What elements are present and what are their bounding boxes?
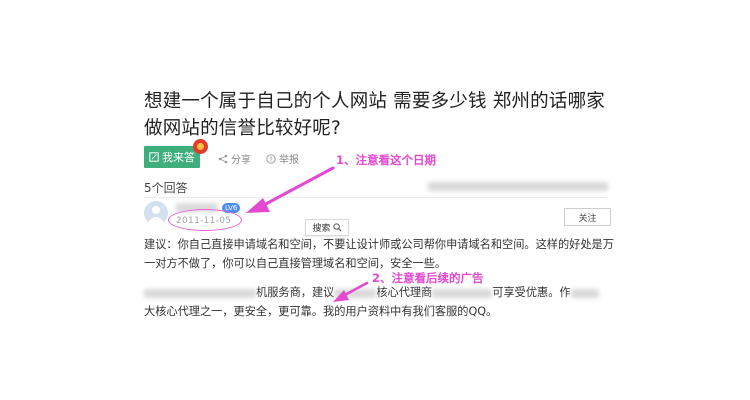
share-link[interactable]: 分享 — [218, 151, 251, 166]
redacted-text — [570, 288, 599, 298]
report-icon — [266, 153, 276, 164]
search-icon — [332, 223, 342, 232]
redacted-text — [428, 182, 608, 191]
ad-text-part: 核心代理商 — [376, 286, 433, 299]
arrow-to-date — [260, 166, 335, 208]
answer-button-label: 我来答 — [162, 151, 195, 164]
redacted-text — [144, 288, 256, 298]
report-label: 举报 — [279, 155, 299, 166]
redacted-text — [334, 288, 377, 298]
ad-text-part: 大核心代理之一，更安全，更可靠。我的用户资料中有我们客服的QQ。 — [144, 305, 498, 318]
annotation-ad-note: 2、注意看后续的广告 — [372, 271, 484, 285]
edit-icon — [149, 152, 159, 162]
divider — [144, 197, 607, 198]
avatar[interactable] — [144, 201, 168, 225]
redacted-text — [432, 288, 493, 298]
search-tooltip-label: 搜索 — [312, 224, 331, 234]
share-label: 分享 — [231, 155, 251, 166]
follow-button[interactable]: 关注 — [564, 208, 611, 226]
ad-paragraph: 机服务商，建议 核心代理商 可享受优惠。作大核心代理之一，更安全，更可靠。我的用户资… — [144, 283, 614, 321]
share-icon — [218, 154, 228, 163]
annotation-arrows — [246, 166, 369, 302]
answer-count: 5个回答 — [144, 181, 188, 195]
report-link[interactable]: 举报 — [266, 151, 299, 166]
ad-text-part: 可享受优惠。作 — [492, 286, 571, 299]
annotation-date-note: 1、注意看这个日期 — [336, 153, 437, 167]
red-packet-icon[interactable] — [193, 139, 208, 154]
search-tooltip[interactable]: 搜索 — [305, 219, 349, 236]
ad-text-part: 机服务商，建议 — [256, 286, 335, 299]
answer-button[interactable]: 我来答 — [144, 146, 200, 168]
date-highlight-circle — [168, 209, 242, 231]
answer-paragraph: 建议：你自己直接申请域名和空间，不要让设计师或公司帮你申请域名和空间。这样的好处… — [144, 238, 614, 270]
question-title: 想建一个属于自己的个人网站 需要多少钱 郑州的话哪家做网站的信誉比较好呢? — [144, 91, 605, 139]
